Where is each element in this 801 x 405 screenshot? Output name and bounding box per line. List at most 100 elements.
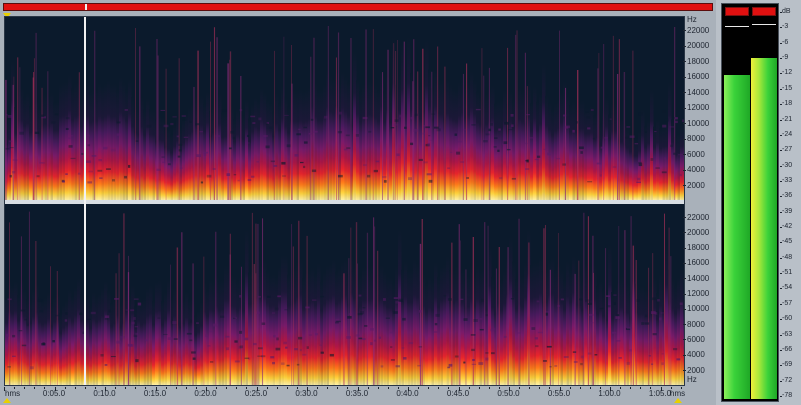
clip-indicator-left[interactable] <box>725 7 749 16</box>
spectrogram-speckle <box>575 121 578 124</box>
time-tick <box>105 387 106 391</box>
db-tick-label: dB <box>782 8 791 15</box>
spectrogram-speckle <box>86 160 92 163</box>
spectrogram-column <box>221 279 225 385</box>
spectrogram-speckle <box>230 130 235 134</box>
spectrogram-speckle <box>156 168 161 171</box>
spectrogram-speckle <box>55 314 60 317</box>
spectrogram-speckle <box>266 295 271 298</box>
clip-indicator-right[interactable] <box>752 7 776 16</box>
spectrogram-column <box>554 269 558 385</box>
spectrogram-speckle <box>562 114 567 117</box>
spectrogram-column <box>26 93 30 200</box>
spectrogram-speckle <box>560 298 565 301</box>
spectrogram-column <box>17 295 21 385</box>
time-tick <box>488 387 490 389</box>
time-tick <box>650 387 652 389</box>
spectrogram-speckle <box>261 355 266 358</box>
peak-hold-line-right <box>752 23 776 25</box>
spectrogram-speckle <box>337 130 343 134</box>
spectrogram-speckle <box>638 161 642 164</box>
spectrogram-column <box>596 285 600 385</box>
spectrogram-speckle <box>490 123 493 126</box>
spectrogram-speckle <box>337 174 343 178</box>
spectrogram-speckle <box>426 173 432 176</box>
spectrogram-speckle <box>221 109 227 112</box>
spectrogram-column <box>548 102 552 200</box>
spectrogram-channel-left[interactable] <box>5 17 684 200</box>
spectrogram-column <box>101 288 105 385</box>
time-tick <box>256 387 258 391</box>
spectrogram-speckle <box>587 352 592 355</box>
spectrogram-column <box>671 119 675 200</box>
spectrogram-column <box>146 288 150 385</box>
db-tick <box>780 242 782 244</box>
spectrogram-column <box>557 264 561 385</box>
spectrogram-speckle <box>157 317 161 319</box>
spectrogram-channel-right[interactable] <box>5 204 684 385</box>
spectrogram-speckle <box>580 355 584 359</box>
spectrogram-speckle <box>250 175 255 178</box>
spectrogram-column <box>161 301 165 385</box>
spectrogram-speckle <box>471 363 477 365</box>
spectrogram-speckle <box>410 116 414 120</box>
spectrogram-column <box>383 271 387 385</box>
frequency-tick <box>683 138 686 140</box>
spectrogram-speckle <box>362 338 366 341</box>
time-tick <box>34 387 36 389</box>
spectrogram-speckle <box>303 126 307 129</box>
spectrogram-speckle <box>299 161 304 164</box>
spectrogram-speckle <box>418 346 423 348</box>
spectrogram-column <box>542 64 546 200</box>
spectrogram-speckle <box>578 146 584 150</box>
spectrogram-speckle <box>167 163 171 166</box>
spectrogram-speckle <box>370 342 373 346</box>
spectrogram-speckle <box>228 147 232 150</box>
frequency-tick <box>683 92 686 93</box>
spectrogram-speckle <box>345 134 350 137</box>
spectrogram-column <box>278 102 282 200</box>
frequency-tick <box>683 232 686 234</box>
spectrogram-column <box>368 80 372 200</box>
start-marker-icon[interactable] <box>3 398 11 403</box>
time-tick <box>478 387 480 389</box>
time-ruler[interactable]: hms hms 0:05.0 0:10.0 0:15.0 0:20.0 0:25.0 0:… <box>4 387 685 403</box>
spectrogram-column <box>467 275 471 385</box>
spectrogram-speckle <box>547 152 551 156</box>
time-tick <box>125 387 127 389</box>
spectrogram-speckle <box>281 161 286 165</box>
spectrogram-column <box>56 102 60 200</box>
spectrogram-speckle <box>178 143 183 146</box>
spectrogram-speckle <box>414 113 418 117</box>
frequency-tick-label: 6000 <box>687 149 705 159</box>
spectrogram-column <box>74 287 78 385</box>
spectrogram-speckle <box>252 122 256 124</box>
meter-headroom-left <box>724 20 750 75</box>
spectrogram-speckle <box>225 335 230 338</box>
overview-bar[interactable] <box>3 3 713 11</box>
spectrogram-speckle <box>116 340 121 344</box>
spectrogram-speckle <box>554 365 558 367</box>
spectrogram-column <box>266 100 270 200</box>
db-tick <box>780 227 782 229</box>
spectrogram-speckle <box>653 129 656 131</box>
spectrogram-speckle <box>579 298 583 301</box>
spectrogram-column <box>518 87 522 200</box>
spectrogram-speckle <box>192 357 196 360</box>
spectrogram-column <box>182 299 186 385</box>
spectrogram-speckle <box>253 342 257 346</box>
spectrogram-speckle <box>599 174 602 177</box>
db-tick-label: -12 <box>782 69 793 77</box>
spectrogram-speckle <box>70 135 74 137</box>
spectrogram-speckle <box>203 153 207 157</box>
spectrogram-speckle <box>652 297 656 301</box>
spectrogram-speckle <box>161 156 165 158</box>
end-marker-icon[interactable] <box>674 398 682 403</box>
overview-position-handle[interactable] <box>85 4 88 10</box>
edit-cursor[interactable] <box>83 17 86 385</box>
spectrogram-speckle <box>682 119 684 123</box>
frequency-tick <box>683 154 686 155</box>
spectrogram-column <box>401 269 405 385</box>
spectrogram-view[interactable] <box>4 16 685 386</box>
spectrogram-column <box>374 84 378 200</box>
